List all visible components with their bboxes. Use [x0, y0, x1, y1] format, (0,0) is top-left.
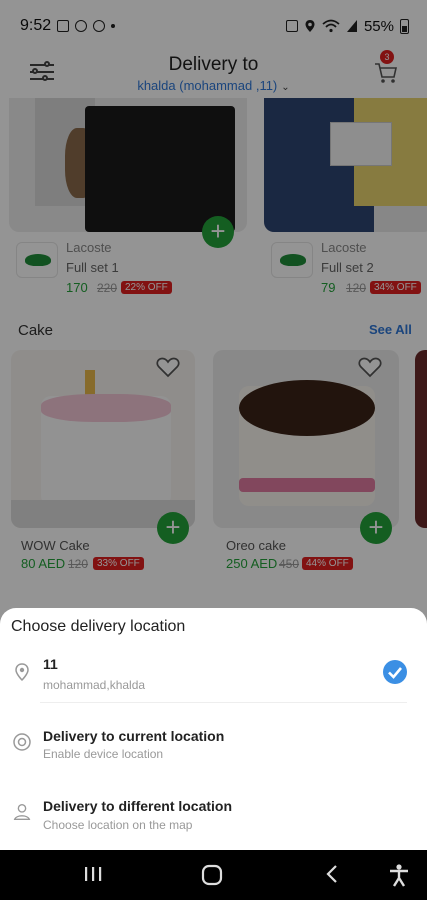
system-nav-bar: [0, 850, 427, 900]
different-location-option[interactable]: Delivery to different location Choose lo…: [0, 790, 427, 854]
person-pin-icon: [13, 804, 31, 820]
accessibility-icon: [390, 864, 408, 887]
selected-check: [383, 660, 407, 684]
option-subtitle: Choose location on the map: [43, 818, 193, 832]
back-icon: [326, 865, 337, 883]
recent-apps-button[interactable]: [82, 863, 108, 887]
divider: [40, 702, 407, 703]
sheet-title: Choose delivery location: [11, 618, 186, 635]
option-subtitle: mohammad,khalda: [43, 678, 146, 692]
accessibility-button[interactable]: [388, 863, 414, 887]
saved-address-option[interactable]: 11 mohammad,khalda: [0, 650, 427, 714]
gps-icon: [13, 733, 31, 751]
option-title: 11: [43, 656, 58, 672]
home-icon: [201, 864, 223, 886]
option-title: Delivery to different location: [43, 798, 233, 814]
back-button[interactable]: [322, 863, 348, 887]
option-subtitle: Enable device location: [43, 747, 164, 761]
home-button[interactable]: [200, 863, 226, 887]
option-title: Delivery to current location: [43, 728, 225, 744]
recents-icon: [85, 867, 102, 881]
check-icon: [388, 667, 402, 679]
location-pin-icon: [15, 663, 29, 682]
current-location-option[interactable]: Delivery to current location Enable devi…: [0, 720, 427, 784]
